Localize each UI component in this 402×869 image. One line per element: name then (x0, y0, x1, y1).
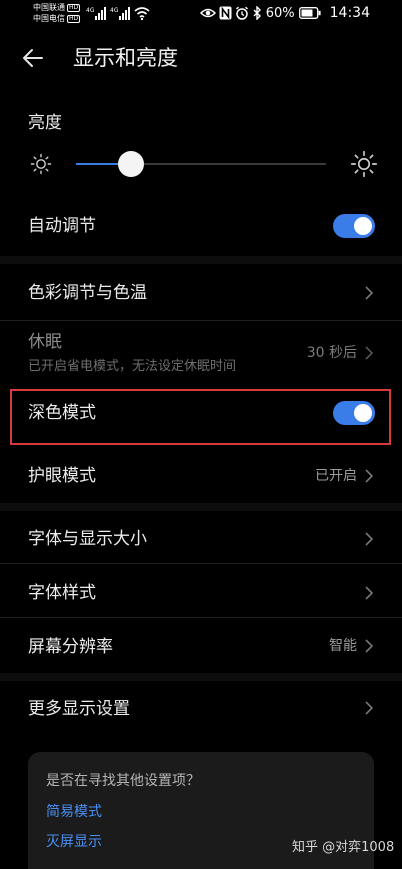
auto-adjust-toggle-knob (354, 217, 372, 235)
brightness-label: 亮度 (28, 113, 62, 133)
hd-badge-1: HD (67, 4, 81, 12)
nfc-icon (219, 6, 232, 20)
brightness-slider-thumb[interactable] (118, 151, 144, 177)
chevron-right-icon (365, 586, 374, 600)
settings-screen: 中国联通 HD 中国电信 HD 4G 4G 60% 14:34 显示和亮度 亮度… (0, 0, 402, 869)
brightness-low-icon (30, 153, 52, 175)
status-bar: 中国联通 HD 中国电信 HD 4G 4G 60% 14:34 (0, 0, 402, 28)
chevron-right-icon (365, 346, 374, 360)
page-title: 显示和亮度 (73, 46, 178, 70)
row-divider (0, 320, 402, 321)
suggestion-link-simple-mode[interactable]: 简易模式 (46, 803, 102, 821)
highlight-box (10, 389, 391, 445)
brightness-slider[interactable] (76, 151, 326, 177)
battery-icon (298, 7, 321, 19)
resolution-label: 屏幕分辨率 (28, 637, 113, 657)
back-arrow-icon (23, 49, 43, 67)
font-size-label: 字体与显示大小 (28, 529, 147, 549)
auto-adjust-toggle[interactable] (333, 214, 375, 238)
carrier-1: 中国联通 HD (33, 3, 81, 12)
color-temp-label: 色彩调节与色温 (28, 283, 147, 303)
suggestion-title: 是否在寻找其他设置项？ (46, 773, 200, 789)
sleep-label: 休眠 (28, 332, 62, 352)
row-divider (0, 563, 402, 564)
status-icons: 60% 14:34 (199, 4, 370, 22)
section-divider (0, 503, 402, 511)
resolution-value: 智能 (329, 638, 357, 654)
sleep-value: 30 秒后 (306, 345, 357, 361)
carrier-2: 中国电信 HD (33, 14, 81, 23)
watermark: 知乎 @对弈1008 (292, 840, 395, 855)
font-style-label: 字体样式 (28, 583, 96, 603)
chevron-right-icon (365, 469, 374, 483)
network-type-2: 4G (110, 7, 119, 14)
back-button[interactable] (22, 44, 58, 72)
carrier-2-name: 中国电信 (33, 14, 65, 23)
section-divider (0, 673, 402, 681)
section-divider (0, 256, 402, 264)
auto-adjust-label: 自动调节 (28, 216, 96, 236)
row-divider (0, 617, 402, 618)
eye-icon (199, 7, 216, 19)
alarm-icon (235, 6, 249, 20)
app-header: 显示和亮度 (0, 36, 402, 80)
eye-comfort-label: 护眼模式 (28, 466, 96, 486)
network-type-1: 4G (86, 7, 95, 14)
suggestion-link-always-on-display[interactable]: 灭屏显示 (46, 833, 102, 851)
battery-percent: 60% (265, 5, 295, 21)
wifi-icon (134, 7, 150, 21)
chevron-right-icon (365, 639, 374, 653)
carrier-1-name: 中国联通 (33, 3, 65, 12)
chevron-right-icon (365, 701, 374, 715)
bluetooth-icon (252, 6, 262, 20)
signal-icon: 4G (110, 7, 130, 20)
signal-icon: 4G (86, 7, 106, 20)
more-display-label: 更多显示设置 (28, 699, 130, 719)
eye-comfort-value: 已开启 (315, 468, 357, 484)
sleep-sublabel: 已开启省电模式，无法设定休眠时间 (28, 359, 237, 374)
hd-badge-2: HD (67, 15, 81, 23)
brightness-high-icon (350, 150, 378, 178)
chevron-right-icon (365, 286, 374, 300)
clock: 14:34 (329, 5, 370, 21)
chevron-right-icon (365, 532, 374, 546)
